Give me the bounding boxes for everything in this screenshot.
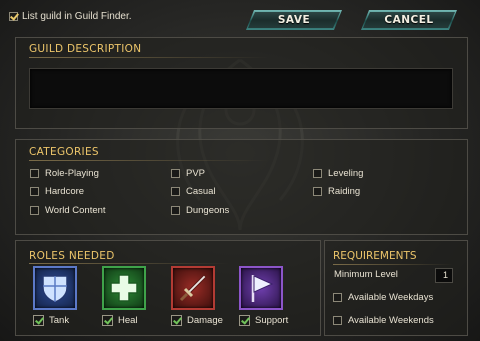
category-label: Role-Playing [45,168,99,179]
category-checkbox[interactable] [313,187,322,196]
requirements-panel: REQUIREMENTS Minimum Level 1 Available W… [324,240,468,336]
category-label: Leveling [328,168,364,179]
cancel-button[interactable]: CANCEL [361,10,457,30]
cross-icon[interactable] [102,266,146,310]
divider [29,160,269,161]
category-hardcore[interactable]: Hardcore [30,186,84,197]
flag-icon[interactable] [239,266,283,310]
category-checkbox[interactable] [313,169,322,178]
guild-finder-label: List guild in Guild Finder. [22,11,132,22]
category-checkbox[interactable] [171,206,180,215]
role-damage[interactable]: Damage [171,266,223,326]
category-label: PVP [186,168,206,179]
role-checkbox[interactable] [102,315,113,326]
available-weekends-toggle[interactable]: Available Weekends [333,315,434,326]
guild-finder-toggle[interactable]: List guild in Guild Finder. [9,11,132,22]
guild-finder-checkbox[interactable] [9,12,18,21]
sword-icon[interactable] [171,266,215,310]
save-button-label: SAVE [277,14,311,26]
weekends-label: Available Weekends [348,315,434,326]
category-checkbox[interactable] [171,169,180,178]
role-label: Tank [49,315,70,326]
weekdays-checkbox[interactable] [333,293,342,302]
guild-description-input[interactable] [29,68,453,109]
role-tank[interactable]: Tank [33,266,79,326]
role-checkbox[interactable] [33,315,44,326]
role-support-toggle[interactable]: Support [239,315,288,326]
category-checkbox[interactable] [30,206,39,215]
role-damage-toggle[interactable]: Damage [171,315,223,326]
role-tank-toggle[interactable]: Tank [33,315,69,326]
role-checkbox[interactable] [239,315,250,326]
guild-description-title: GUILD DESCRIPTION [29,43,142,55]
category-dungeons[interactable]: Dungeons [171,205,229,216]
category-label: Raiding [328,186,361,197]
role-support[interactable]: Support [239,266,288,326]
category-leveling[interactable]: Leveling [313,168,363,179]
save-button[interactable]: SAVE [246,10,342,30]
category-checkbox[interactable] [171,187,180,196]
roles-needed-title: ROLES NEEDED [29,250,115,262]
role-checkbox[interactable] [171,315,182,326]
cancel-button-label: CANCEL [384,14,434,26]
category-world-content[interactable]: World Content [30,205,106,216]
category-label: World Content [45,205,106,216]
category-checkbox[interactable] [30,169,39,178]
divider [29,57,269,58]
divider [333,264,453,265]
category-checkbox[interactable] [30,187,39,196]
category-pvp[interactable]: PVP [171,168,205,179]
role-heal-toggle[interactable]: Heal [102,315,138,326]
minimum-level-label: Minimum Level [334,269,398,280]
minimum-level-input[interactable]: 1 [435,268,453,283]
requirements-title: REQUIREMENTS [333,250,417,262]
category-label: Dungeons [186,205,230,216]
weekdays-label: Available Weekdays [348,292,434,303]
role-label: Heal [118,315,138,326]
weekends-checkbox[interactable] [333,316,342,325]
categories-title: CATEGORIES [29,146,99,158]
category-role-playing[interactable]: Role-Playing [30,168,99,179]
category-casual[interactable]: Casual [171,186,216,197]
available-weekdays-toggle[interactable]: Available Weekdays [333,292,433,303]
shield-icon[interactable] [33,266,77,310]
category-label: Casual [186,186,216,197]
role-heal[interactable]: Heal [102,266,148,326]
category-raiding[interactable]: Raiding [313,186,360,197]
role-label: Damage [187,315,223,326]
role-label: Support [255,315,289,326]
category-label: Hardcore [45,186,85,197]
categories-panel: CATEGORIES Role-Playing Hardcore World C… [15,139,468,235]
divider [29,263,229,264]
roles-needed-panel: ROLES NEEDED Tank Heal Damage Support [15,240,321,336]
guild-description-panel: GUILD DESCRIPTION [15,37,468,129]
